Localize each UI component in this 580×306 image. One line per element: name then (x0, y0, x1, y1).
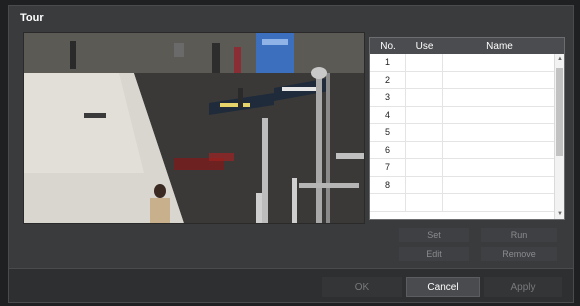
scroll-up-icon[interactable]: ▲ (557, 56, 563, 62)
cell-no: 3 (370, 89, 406, 106)
cell-use[interactable] (406, 54, 443, 71)
cell-use[interactable] (406, 176, 443, 193)
cell-use[interactable] (406, 71, 443, 88)
table-header: No. Use Name (370, 38, 564, 54)
cell-name[interactable] (443, 54, 556, 71)
cell-name[interactable] (443, 159, 556, 176)
table-row[interactable]: 6 (370, 141, 556, 159)
table-body: 1 2 3 4 5 6 7 8 (370, 54, 556, 212)
table-row[interactable]: 1 (370, 54, 556, 72)
cell-use[interactable] (406, 106, 443, 123)
cell-name[interactable] (443, 72, 556, 89)
cell-name[interactable] (443, 142, 556, 159)
cell-name[interactable] (443, 194, 556, 211)
cell-name[interactable] (443, 177, 556, 194)
cell-use[interactable] (406, 141, 443, 158)
run-button[interactable]: Run (481, 228, 557, 242)
scroll-down-icon[interactable]: ▼ (557, 211, 563, 217)
dialog-title: Tour (20, 12, 44, 24)
column-header-no: No. (380, 40, 396, 52)
dialog-footer: OK Cancel Apply (9, 268, 573, 302)
tour-dialog: Tour No. Use Name 1 2 3 4 5 6 7 8 ▲ ▼ Se… (8, 5, 574, 303)
table-row[interactable]: 2 (370, 71, 556, 89)
set-button[interactable]: Set (399, 228, 469, 242)
remove-button[interactable]: Remove (481, 247, 557, 261)
scroll-thumb[interactable] (556, 68, 563, 156)
table-row[interactable]: 3 (370, 89, 556, 107)
cell-no: 2 (370, 71, 406, 88)
cancel-button[interactable]: Cancel (406, 277, 480, 297)
cell-no: 6 (370, 141, 406, 158)
cell-no: 1 (370, 54, 406, 71)
cell-use[interactable] (406, 89, 443, 106)
cell-name[interactable] (443, 124, 556, 141)
cell-name[interactable] (443, 107, 556, 124)
table-row[interactable]: 4 (370, 106, 556, 124)
camera-preview (23, 32, 365, 224)
table-row[interactable]: 8 (370, 176, 556, 194)
table-scrollbar[interactable]: ▲ ▼ (554, 54, 564, 219)
ok-button[interactable]: OK (322, 277, 402, 297)
cell-use[interactable] (406, 124, 443, 141)
cell-no: 8 (370, 176, 406, 193)
cell-no: 4 (370, 106, 406, 123)
edit-button[interactable]: Edit (399, 247, 469, 261)
cell-use[interactable] (406, 159, 443, 176)
cell-no: 5 (370, 124, 406, 141)
cell-no: 7 (370, 159, 406, 176)
table-row[interactable]: 5 (370, 124, 556, 142)
cell-no (370, 194, 406, 211)
table-row[interactable] (370, 194, 556, 212)
table-row[interactable]: 7 (370, 159, 556, 177)
cell-name[interactable] (443, 89, 556, 106)
column-header-use: Use (415, 40, 434, 52)
column-header-name: Name (486, 40, 513, 52)
apply-button[interactable]: Apply (484, 277, 562, 297)
cell-use[interactable] (406, 194, 443, 211)
tour-table: No. Use Name 1 2 3 4 5 6 7 8 ▲ ▼ (369, 37, 565, 220)
